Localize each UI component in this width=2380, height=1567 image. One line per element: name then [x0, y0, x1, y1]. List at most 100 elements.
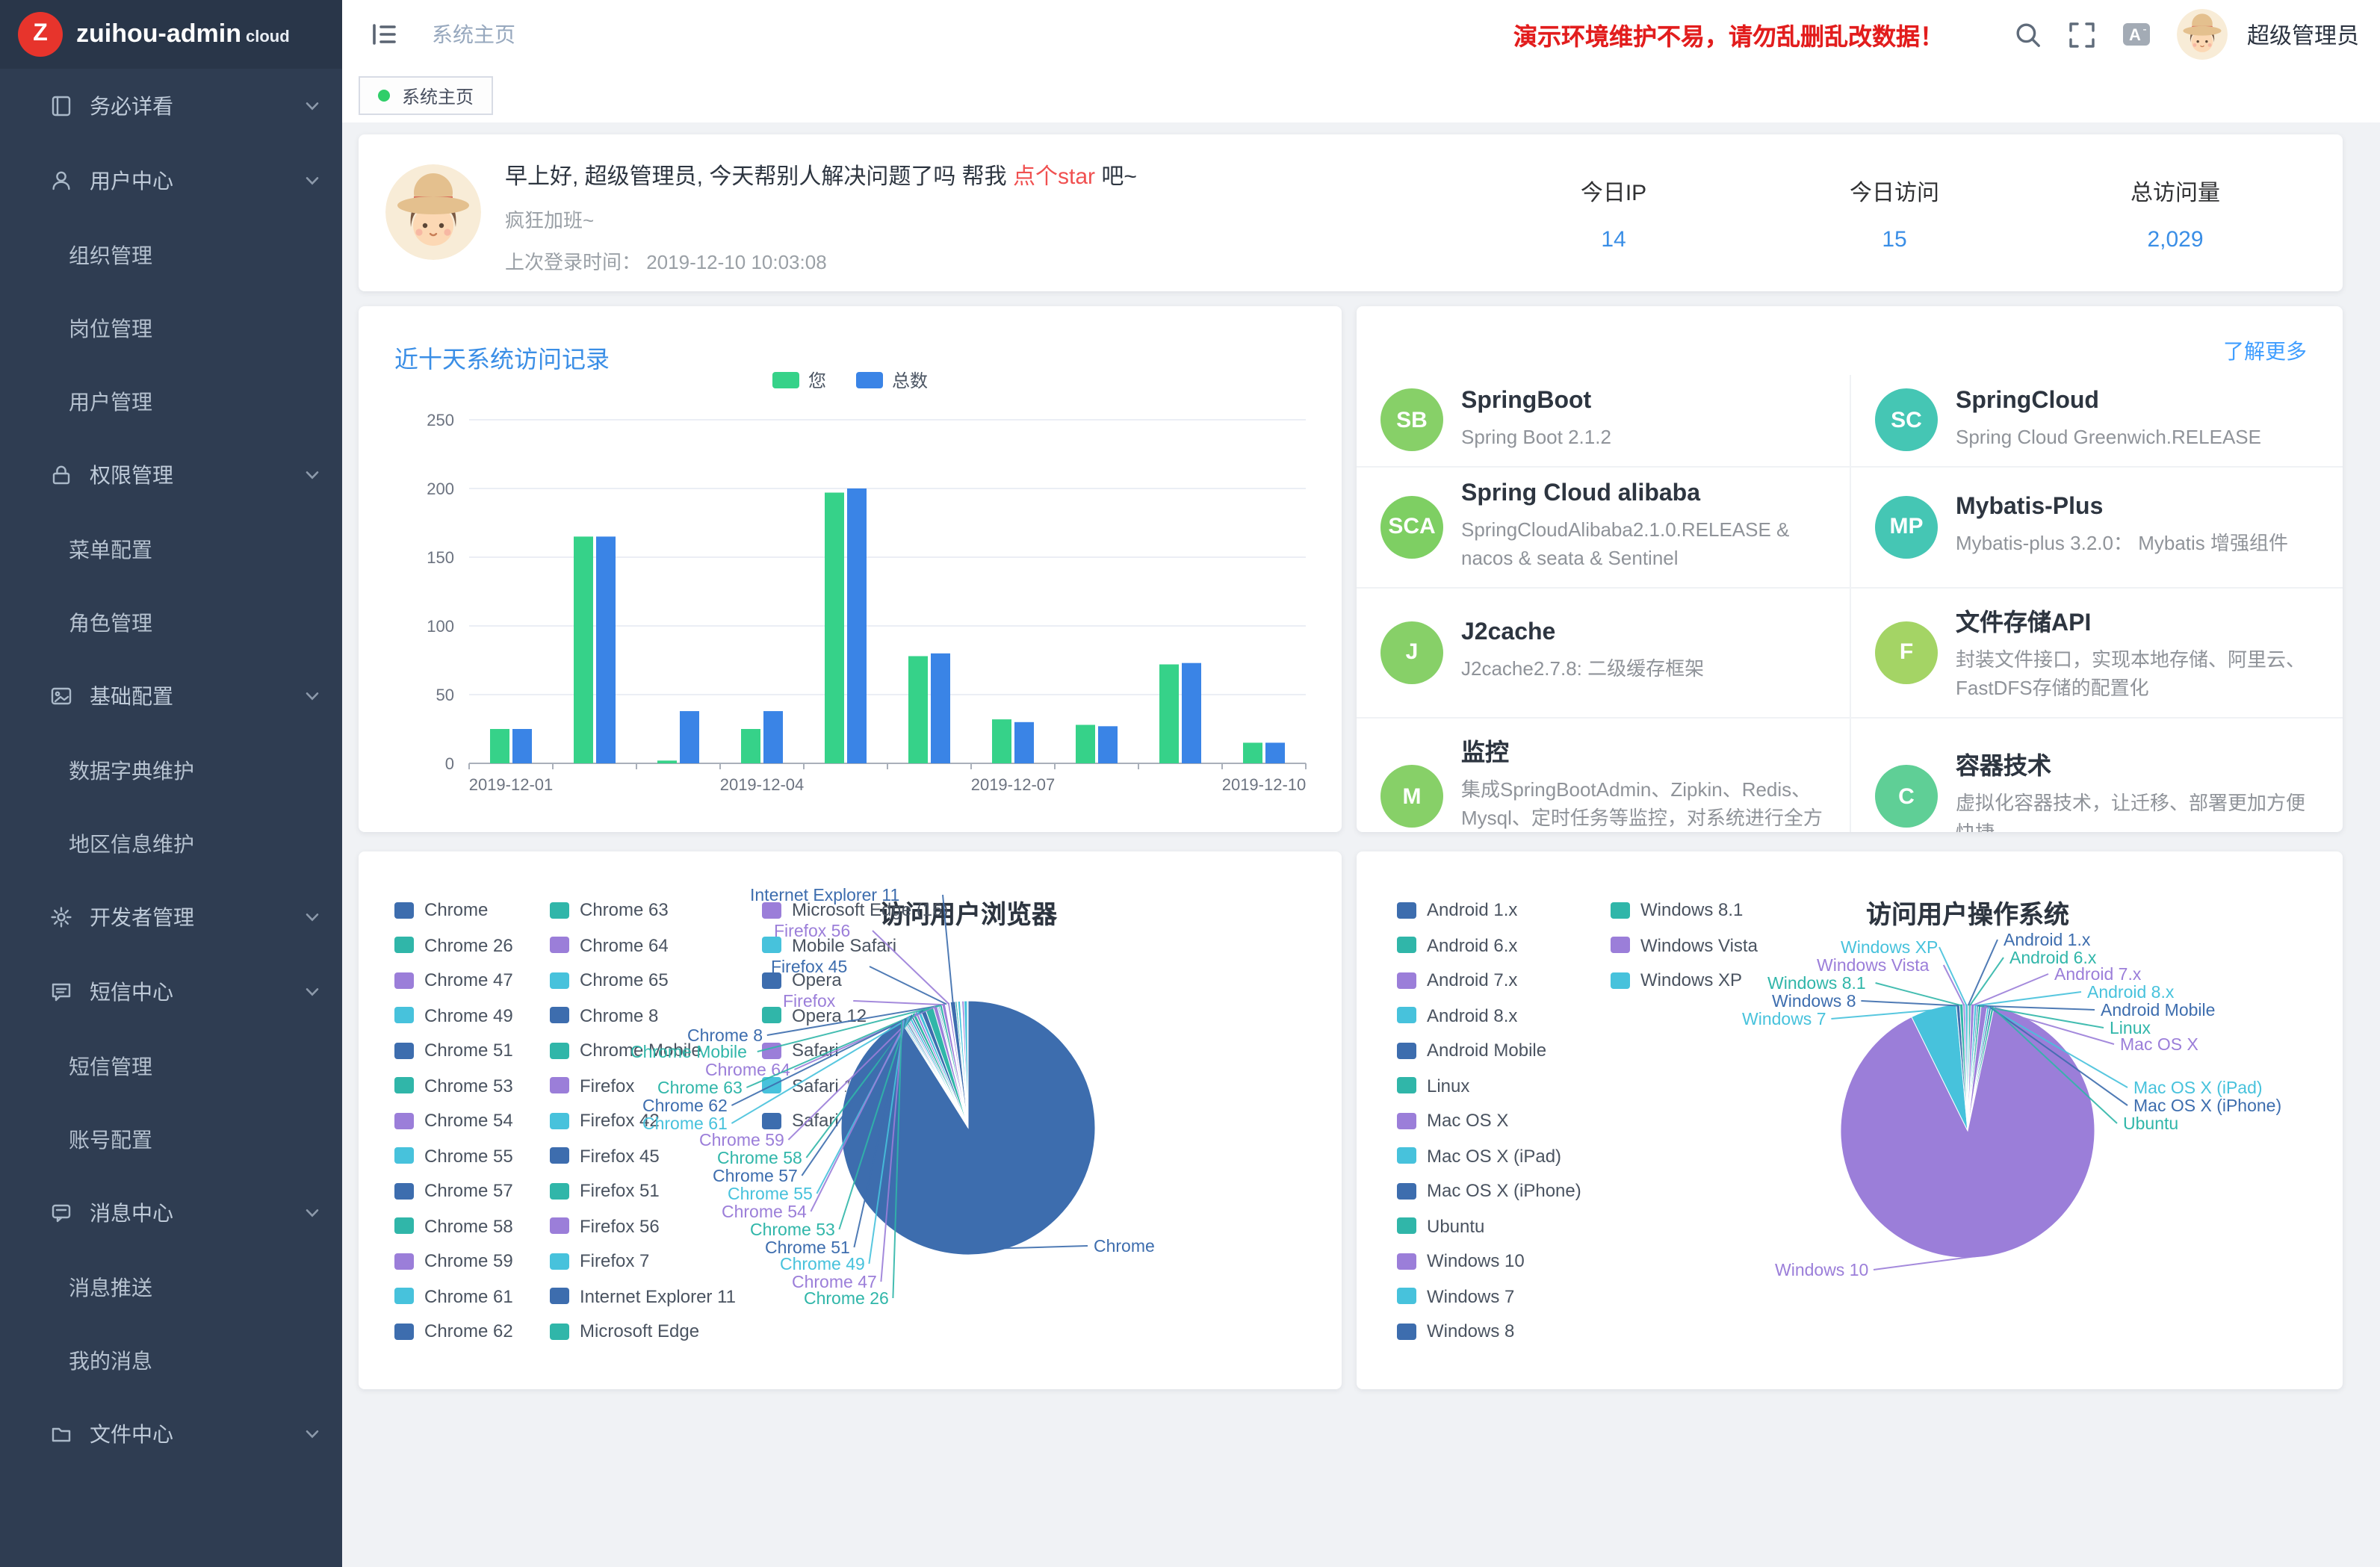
svg-text:Firefox 45: Firefox 45 [771, 957, 847, 976]
sidebar-item-label: 地区信息维护 [69, 828, 194, 858]
chat-icon [49, 980, 73, 1004]
sidebar-item-user-center[interactable]: 用户中心 [0, 143, 342, 218]
tab-home[interactable]: 系统主页 [359, 76, 493, 115]
greeting-title: 早上好, 超级管理员, 今天帮别人解决问题了吗 帮我 点个star 吧~ [505, 160, 1137, 191]
topbar-actions: A - 超级管理员 [2014, 9, 2359, 60]
browser-pie-chart[interactable]: Internet Explorer 11Firefox 56Firefox 45… [359, 851, 1342, 1389]
search-icon[interactable] [2014, 20, 2042, 49]
tech-title: SpringCloud [1956, 388, 2261, 415]
tech-abbr-badge: MP [1875, 495, 1938, 558]
user-icon [49, 169, 73, 193]
learn-more-link[interactable]: 了解更多 [2223, 336, 2307, 366]
sidebar-item-message-center[interactable]: 消息中心 [0, 1176, 342, 1250]
sidebar-item-permission-management[interactable]: 权限管理 [0, 438, 342, 512]
sidebar-item-basic-config[interactable]: 基础配置 [0, 659, 342, 733]
app-logo[interactable]: Z zuihou-admincloud [0, 0, 342, 69]
tech-title: J2cache [1461, 621, 1704, 648]
sidebar-item-sms-center[interactable]: 短信中心 [0, 955, 342, 1029]
os-pie-chart[interactable]: Windows XPWindows VistaWindows 8.1Window… [1357, 851, 2343, 1389]
username[interactable]: 超级管理员 [2247, 19, 2359, 50]
sidebar-item-label: 我的消息 [69, 1345, 152, 1375]
tech-text: Spring Cloud alibabaSpringCloudAlibaba2.… [1461, 480, 1829, 573]
tech-abbr-badge: SB [1380, 389, 1443, 452]
greeting-card: 早上好, 超级管理员, 今天帮别人解决问题了吗 帮我 点个star 吧~ 疯狂加… [359, 134, 2343, 291]
chevron-down-icon [303, 908, 321, 926]
sidebar-item-user-management[interactable]: 用户管理 [0, 364, 342, 438]
svg-text:Chrome 49: Chrome 49 [780, 1254, 865, 1273]
sidebar-item-file-center[interactable]: 文件中心 [0, 1397, 342, 1471]
sidebar-item-label: 开发者管理 [90, 902, 194, 932]
sidebar-item-label: 短信中心 [90, 977, 173, 1007]
sidebar-item-menu-config[interactable]: 菜单配置 [0, 512, 342, 586]
svg-text:A: A [2129, 25, 2141, 44]
tech-card-spring-cloud-alibaba: SCASpring Cloud alibabaSpringCloudAlibab… [1357, 467, 1850, 588]
sidebar-item-post-management[interactable]: 岗位管理 [0, 291, 342, 364]
svg-text:Chrome 26: Chrome 26 [804, 1288, 889, 1308]
user-avatar[interactable] [2177, 9, 2228, 60]
menu-fold-icon[interactable] [369, 19, 399, 49]
app-title: zuihou-admincloud [76, 19, 290, 49]
sidebar-item-area-maintenance[interactable]: 地区信息维护 [0, 807, 342, 880]
stat-value: 2,029 [2035, 227, 2316, 252]
svg-text:Chrome 55: Chrome 55 [728, 1184, 813, 1203]
chevron-down-icon [303, 466, 321, 484]
sidebar-item-must-read[interactable]: 务必详看 [0, 69, 342, 143]
svg-text:Android 7.x: Android 7.x [2054, 964, 2142, 984]
legend-item[interactable]: 您 [772, 367, 826, 393]
sidebar-item-role-management[interactable]: 角色管理 [0, 586, 342, 659]
svg-text:0: 0 [445, 754, 454, 773]
tab-active-dot [378, 90, 390, 102]
sidebar-item-message-push[interactable]: 消息推送 [0, 1250, 342, 1324]
stat-label: 今日IP [1473, 176, 1754, 208]
sidebar-item-dict-maintenance[interactable]: 数据字典维护 [0, 733, 342, 807]
tech-desc: Mybatis-plus 3.2.0： Mybatis 增强组件 [1956, 530, 2288, 559]
svg-text:Chrome Mobile: Chrome Mobile [630, 1042, 747, 1061]
svg-text:2019-12-07: 2019-12-07 [971, 775, 1056, 794]
svg-text:Mac OS X (iPhone): Mac OS X (iPhone) [2133, 1096, 2281, 1115]
svg-text:Chrome 57: Chrome 57 [713, 1166, 798, 1185]
stat-value: 15 [1754, 227, 2035, 252]
demo-warning-text: 演示环境维护不易，请勿乱删乱改数据！ [1513, 0, 1944, 69]
tech-abbr-badge: F [1875, 621, 1938, 683]
svg-text:Windows 8.1: Windows 8.1 [1767, 973, 1866, 993]
main-content: 早上好, 超级管理员, 今天帮别人解决问题了吗 帮我 点个star 吧~ 疯狂加… [342, 122, 2380, 1567]
stat-value: 14 [1473, 227, 1754, 252]
svg-text:Chrome 63: Chrome 63 [657, 1078, 743, 1097]
visit-bar-chart[interactable]: 0501001502002502019-12-012019-12-042019-… [376, 399, 1324, 820]
tab-label: 系统主页 [402, 83, 474, 108]
tech-card--: M监控集成SpringBootAdmin、Zipkin、Redis、Mysql、… [1357, 718, 1850, 832]
last-login-time: 上次登录时间： 2019-12-10 10:03:08 [505, 246, 1137, 275]
logo-icon: Z [18, 12, 63, 57]
sidebar-item-sms-management[interactable]: 短信管理 [0, 1029, 342, 1102]
legend-label: 总数 [892, 367, 928, 393]
sidebar-item-account-config[interactable]: 账号配置 [0, 1102, 342, 1176]
fullscreen-icon[interactable] [2068, 20, 2096, 49]
sidebar-item-org-management[interactable]: 组织管理 [0, 218, 342, 291]
sidebar-item-my-messages[interactable]: 我的消息 [0, 1324, 342, 1397]
sidebar-item-label: 岗位管理 [69, 313, 152, 343]
svg-text:2019-12-01: 2019-12-01 [469, 775, 554, 794]
os-chart-card: 访问用户操作系统 Android 1.xAndroid 6.xAndroid 7… [1357, 851, 2343, 1389]
star-link[interactable]: 点个star [1013, 164, 1095, 190]
font-size-icon[interactable]: A - [2122, 19, 2151, 49]
tech-desc: J2cache2.7.8: 二级缓存框架 [1461, 655, 1704, 684]
svg-text:Android Mobile: Android Mobile [2101, 1000, 2215, 1020]
svg-text:Windows XP: Windows XP [1841, 937, 1938, 957]
tech-title: 监控 [1461, 731, 1829, 767]
book-icon [49, 94, 73, 118]
browser-chart-card: 访问用户浏览器 ChromeChrome 26Chrome 47Chrome 4… [359, 851, 1342, 1389]
svg-text:Windows 8: Windows 8 [1772, 991, 1856, 1011]
tech-abbr-badge: M [1380, 766, 1443, 828]
stat-total-visits: 总访问量 2,029 [2035, 176, 2316, 252]
card-icon [49, 684, 73, 708]
legend-item[interactable]: 总数 [856, 367, 928, 393]
gear-icon [49, 905, 73, 929]
sidebar-item-developer-management[interactable]: 开发者管理 [0, 880, 342, 955]
breadcrumb[interactable]: 系统主页 [432, 19, 515, 49]
chevron-down-icon [303, 1204, 321, 1222]
legend-swatch [856, 372, 883, 388]
sidebar-menu: 务必详看用户中心组织管理岗位管理用户管理权限管理菜单配置角色管理基础配置数据字典… [0, 69, 342, 1471]
sidebar-item-label: 数据字典维护 [69, 755, 194, 785]
sidebar-item-label: 菜单配置 [69, 534, 152, 564]
svg-text:100: 100 [427, 617, 454, 636]
